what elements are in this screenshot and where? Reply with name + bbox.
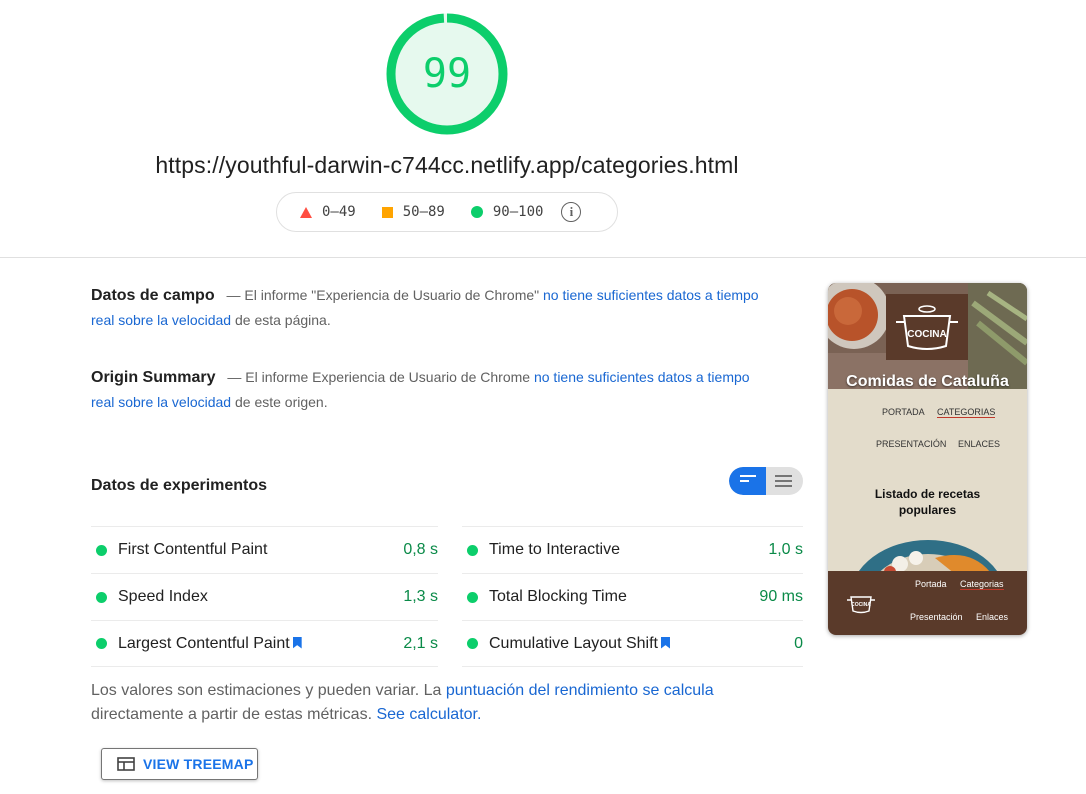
- expanded-view-icon: [775, 475, 792, 490]
- metrics-view-toggle[interactable]: [729, 467, 803, 495]
- metric-label-text: Cumulative Layout Shift: [489, 634, 658, 652]
- score-calculation-link[interactable]: puntuación del rendimiento se calcula: [446, 682, 714, 699]
- origin-summary-title: Origin Summary: [91, 369, 216, 386]
- field-data-section: Datos de campo — El informe "Experiencia…: [91, 283, 771, 333]
- logo-text: COCINA: [907, 329, 946, 340]
- metric-value: 1,0 s: [768, 541, 803, 558]
- pass-circle-icon: [96, 544, 107, 556]
- metric-label: Cumulative Layout Shift: [489, 635, 794, 653]
- thumb-footer-categorias: Categorias: [960, 579, 1004, 590]
- bookmark-flag-icon: [292, 636, 302, 649]
- thumb-footer-enlaces: Enlaces: [976, 612, 1009, 622]
- metric-value: 90 ms: [759, 588, 803, 605]
- metrics-disclaimer: Los valores son estimaciones y pueden va…: [91, 679, 791, 727]
- metric-label: Total Blocking Time: [489, 588, 627, 605]
- legend-pass-label: 90–100: [492, 204, 544, 220]
- origin-summary-text: — El informe Experiencia de Usuario de C…: [227, 369, 531, 385]
- lab-data-title: Datos de experimentos: [91, 477, 268, 494]
- metric-speed-index: Speed Index 1,3 s: [91, 573, 438, 620]
- metric-label-text: Largest Contentful Paint: [118, 634, 290, 652]
- disclaimer-text: Los valores son estimaciones y pueden va…: [91, 682, 442, 699]
- field-data-text: — El informe "Experiencia de Usuario de …: [226, 287, 540, 303]
- view-treemap-button[interactable]: VIEW TREEMAP: [101, 748, 258, 780]
- triangle-icon: [300, 206, 312, 218]
- thumb-nav-presentacion: PRESENTACIÓN: [876, 439, 947, 449]
- thumb-footer-portada: Portada: [915, 579, 947, 589]
- legend-average-label: 50–89: [402, 204, 445, 220]
- pass-circle-icon: [467, 591, 478, 603]
- expanded-view-button[interactable]: [766, 467, 803, 495]
- metric-label: Speed Index: [118, 588, 208, 605]
- metric-tbt: Total Blocking Time 90 ms: [462, 573, 803, 620]
- origin-summary-section: Origin Summary — El informe Experiencia …: [91, 365, 761, 415]
- pass-circle-icon: [96, 638, 107, 649]
- page-url: https://youthful-darwin-c744cc.netlify.a…: [155, 152, 739, 178]
- footer-logo-text: COCINA: [851, 602, 871, 608]
- metric-label: Time to Interactive: [489, 541, 621, 558]
- metric-value: 2,1 s: [403, 634, 438, 652]
- square-icon: [381, 206, 393, 218]
- metric-lcp: Largest Contentful Paint 2,1 s: [91, 620, 438, 667]
- legend-pass: 90–100: [470, 204, 544, 220]
- legend-average: 50–89: [381, 204, 445, 220]
- thumb-nav-enlaces: ENLACES: [958, 439, 1001, 449]
- bookmark-flag-icon: [660, 636, 670, 649]
- thumbnail-brand: Comidas de Cataluña: [846, 373, 1009, 389]
- thumbnail-hero: COCINA Comidas de Cataluña: [828, 283, 1027, 389]
- pass-circle-icon: [467, 544, 478, 556]
- disclaimer-text-2: directamente a partir de estas métricas.: [91, 706, 373, 723]
- performance-score: 99: [422, 51, 472, 97]
- performance-score-gauge: 99: [386, 13, 508, 135]
- metric-value: 1,3 s: [403, 588, 438, 605]
- legend-fail-label: 0–49: [322, 204, 356, 220]
- thumb-nav-categorias: CATEGORIAS: [937, 407, 996, 418]
- thumb-heading: Listado de recetas populares: [874, 487, 981, 517]
- legend-fail: 0–49: [300, 204, 356, 220]
- metric-fcp: First Contentful Paint 0,8 s: [91, 526, 438, 573]
- thumb-footer: COCINA Portada Categorias Presentación E…: [828, 571, 1027, 635]
- see-calculator-link[interactable]: See calculator.: [376, 706, 481, 723]
- metric-label: Largest Contentful Paint: [118, 635, 403, 653]
- thumb-nav-portada: PORTADA: [882, 407, 925, 417]
- info-icon[interactable]: i: [561, 202, 582, 222]
- footer-logo: COCINA: [847, 596, 875, 614]
- circle-icon: [470, 206, 483, 218]
- metric-tti: Time to Interactive 1,0 s: [462, 526, 803, 573]
- pass-circle-icon: [467, 638, 478, 649]
- compact-view-button[interactable]: [729, 467, 766, 495]
- field-data-text-after: de esta página.: [234, 312, 331, 328]
- final-screenshot-thumbnail[interactable]: COCINA Comidas de Cataluña PORTADA CATEG…: [828, 283, 1027, 635]
- field-data-title: Datos de campo: [91, 287, 215, 304]
- metric-cls: Cumulative Layout Shift 0: [462, 620, 803, 667]
- divider: [0, 257, 1086, 258]
- metric-value: 0,8 s: [403, 541, 438, 558]
- pass-circle-icon: [96, 591, 107, 603]
- origin-summary-text-after: de este origen.: [234, 394, 328, 410]
- score-legend: 0–49 50–89 90–100 i: [276, 192, 618, 232]
- metric-label: First Contentful Paint: [118, 541, 268, 558]
- metric-value: 0: [794, 634, 803, 652]
- treemap-icon: [117, 757, 135, 771]
- compact-view-icon: [740, 475, 756, 485]
- view-treemap-label: VIEW TREEMAP: [143, 756, 254, 772]
- thumb-footer-presentacion: Presentación: [910, 612, 963, 622]
- cocina-logo: COCINA: [886, 294, 968, 360]
